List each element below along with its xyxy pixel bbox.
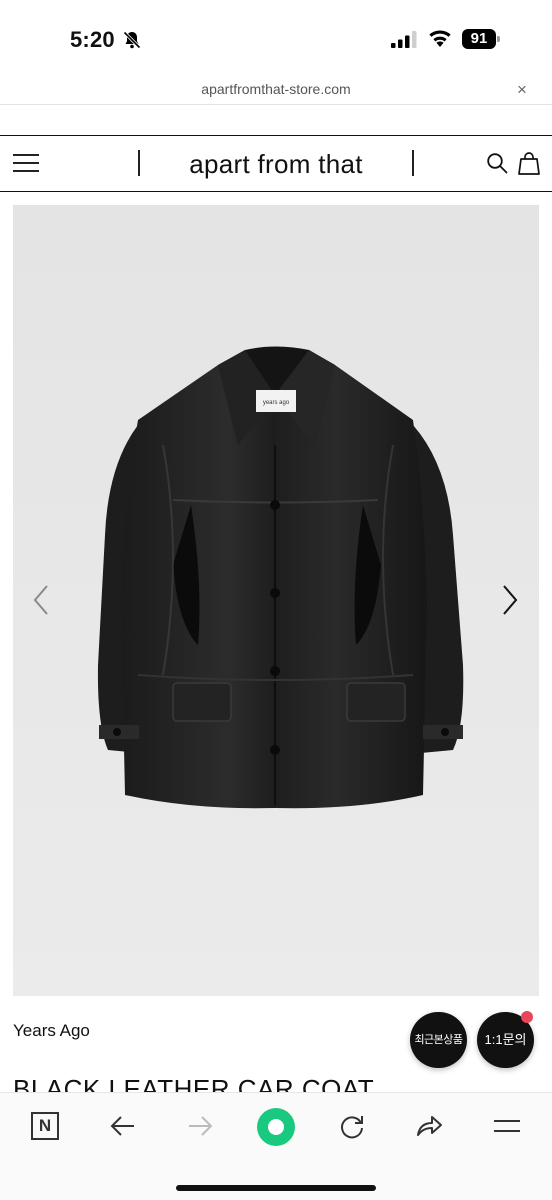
product-title: BLACK LEATHER CAR COAT [13, 1074, 375, 1092]
garment-label-text: years ago [263, 400, 290, 406]
signal-icon [391, 31, 417, 48]
chevron-left-icon[interactable] [30, 582, 54, 618]
site-logo[interactable]: apart from that [140, 149, 412, 180]
browser-toolbar: N [0, 1092, 552, 1200]
home-indicator [176, 1185, 376, 1191]
divider [412, 150, 414, 176]
url-text[interactable]: apartfromthat-store.com [0, 81, 552, 97]
battery-level: 91 [462, 29, 496, 49]
product-brand[interactable]: Years Ago [13, 1021, 90, 1041]
recently-viewed-button[interactable]: 최근본상품 [410, 1012, 467, 1068]
search-icon[interactable] [486, 152, 508, 174]
reload-icon[interactable] [337, 1111, 367, 1141]
wifi-icon [429, 30, 451, 47]
home-icon[interactable] [257, 1108, 295, 1146]
notification-dot [521, 1011, 533, 1023]
menu-icon[interactable] [492, 1111, 522, 1141]
url-bar[interactable]: apartfromthat-store.com × [0, 78, 552, 104]
shopping-bag-icon[interactable] [518, 151, 540, 175]
chevron-right-icon[interactable] [497, 582, 521, 618]
status-bar: 5:20 91 [0, 0, 552, 78]
divider [0, 104, 552, 105]
back-arrow-icon[interactable] [108, 1111, 138, 1141]
forward-arrow-icon[interactable] [185, 1111, 215, 1141]
bell-slash-icon [123, 31, 141, 49]
product-image[interactable]: years ago [13, 205, 539, 996]
coat-photo: years ago [13, 205, 539, 996]
close-icon[interactable]: × [517, 80, 527, 100]
naver-n-icon[interactable]: N [31, 1112, 59, 1140]
site-header: apart from that [0, 135, 552, 192]
battery-icon: 91 [462, 29, 500, 49]
status-time: 5:20 [70, 27, 115, 52]
share-icon[interactable] [414, 1111, 444, 1141]
hamburger-menu-icon[interactable] [13, 154, 39, 173]
